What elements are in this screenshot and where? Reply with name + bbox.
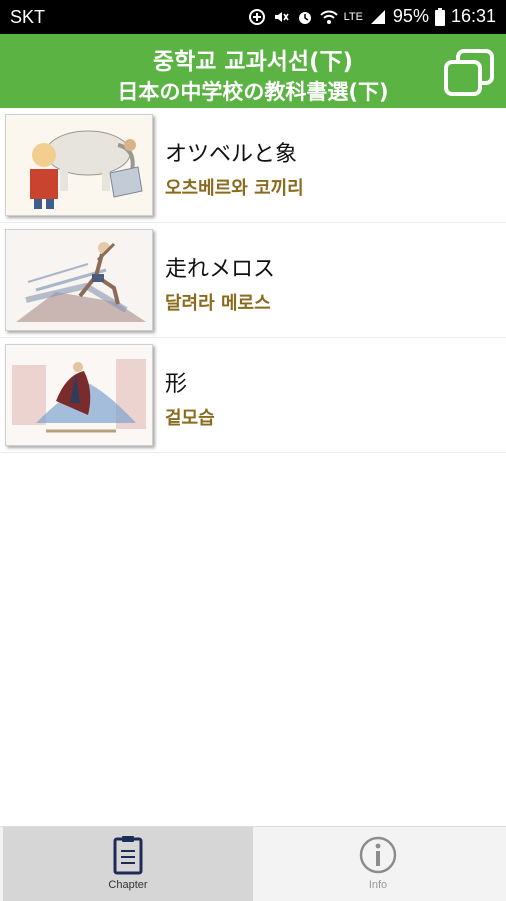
carrier-name: SKT	[10, 7, 46, 27]
chapter-subtitle: 달려라 메로스	[165, 293, 271, 314]
tab-info[interactable]: Info	[253, 827, 503, 901]
app-header: 중학교 교과서선(下) 日本の中学校の教科書選(下)	[0, 34, 506, 108]
tab-chapter[interactable]: Chapter	[3, 827, 253, 901]
chapter-list: オツベルと象 오츠베르와 코끼리 走れメロス 달려라 메로스 形 겉모습	[0, 108, 506, 453]
wifi-icon	[319, 10, 338, 24]
clipboard-icon	[113, 836, 143, 875]
tab-chapter-label: Chapter	[108, 879, 148, 891]
chapter-title: 走れメロス	[165, 257, 276, 282]
chapter-thumbnail	[5, 344, 153, 446]
clock: 16:31	[450, 6, 496, 26]
network-type: LTE	[343, 10, 363, 23]
list-item[interactable]: オツベルと象 오츠베르와 코끼리	[0, 108, 506, 223]
data-saver-icon	[248, 8, 265, 25]
tab-info-label: Info	[368, 879, 388, 891]
mute-icon	[274, 11, 289, 22]
chapter-title: オツベルと象	[165, 142, 298, 167]
bottom-tab-bar: Chapter Info	[0, 826, 506, 901]
copy-icon[interactable]	[442, 48, 496, 98]
chapter-thumbnail	[5, 229, 153, 331]
alarm-icon	[298, 11, 311, 24]
list-item[interactable]: 走れメロス 달려라 메로스	[0, 223, 506, 338]
info-icon	[359, 836, 397, 874]
header-title-korean: 중학교 교과서선(下)	[152, 49, 354, 75]
header-title-japanese: 日本の中学校の教科書選(下)	[117, 80, 389, 104]
battery-icon	[434, 7, 445, 26]
status-bar: SKT LTE 95% 16:31	[0, 0, 506, 34]
list-item[interactable]: 形 겉모습	[0, 338, 506, 453]
chapter-subtitle: 겉모습	[165, 408, 215, 429]
signal-icon	[370, 9, 385, 24]
chapter-subtitle: 오츠베르와 코끼리	[165, 178, 304, 199]
chapter-thumbnail	[5, 114, 153, 216]
battery-percent: 95%	[392, 6, 429, 26]
status-icons: LTE 95% 16:31	[248, 6, 496, 27]
chapter-title: 形	[165, 372, 188, 397]
